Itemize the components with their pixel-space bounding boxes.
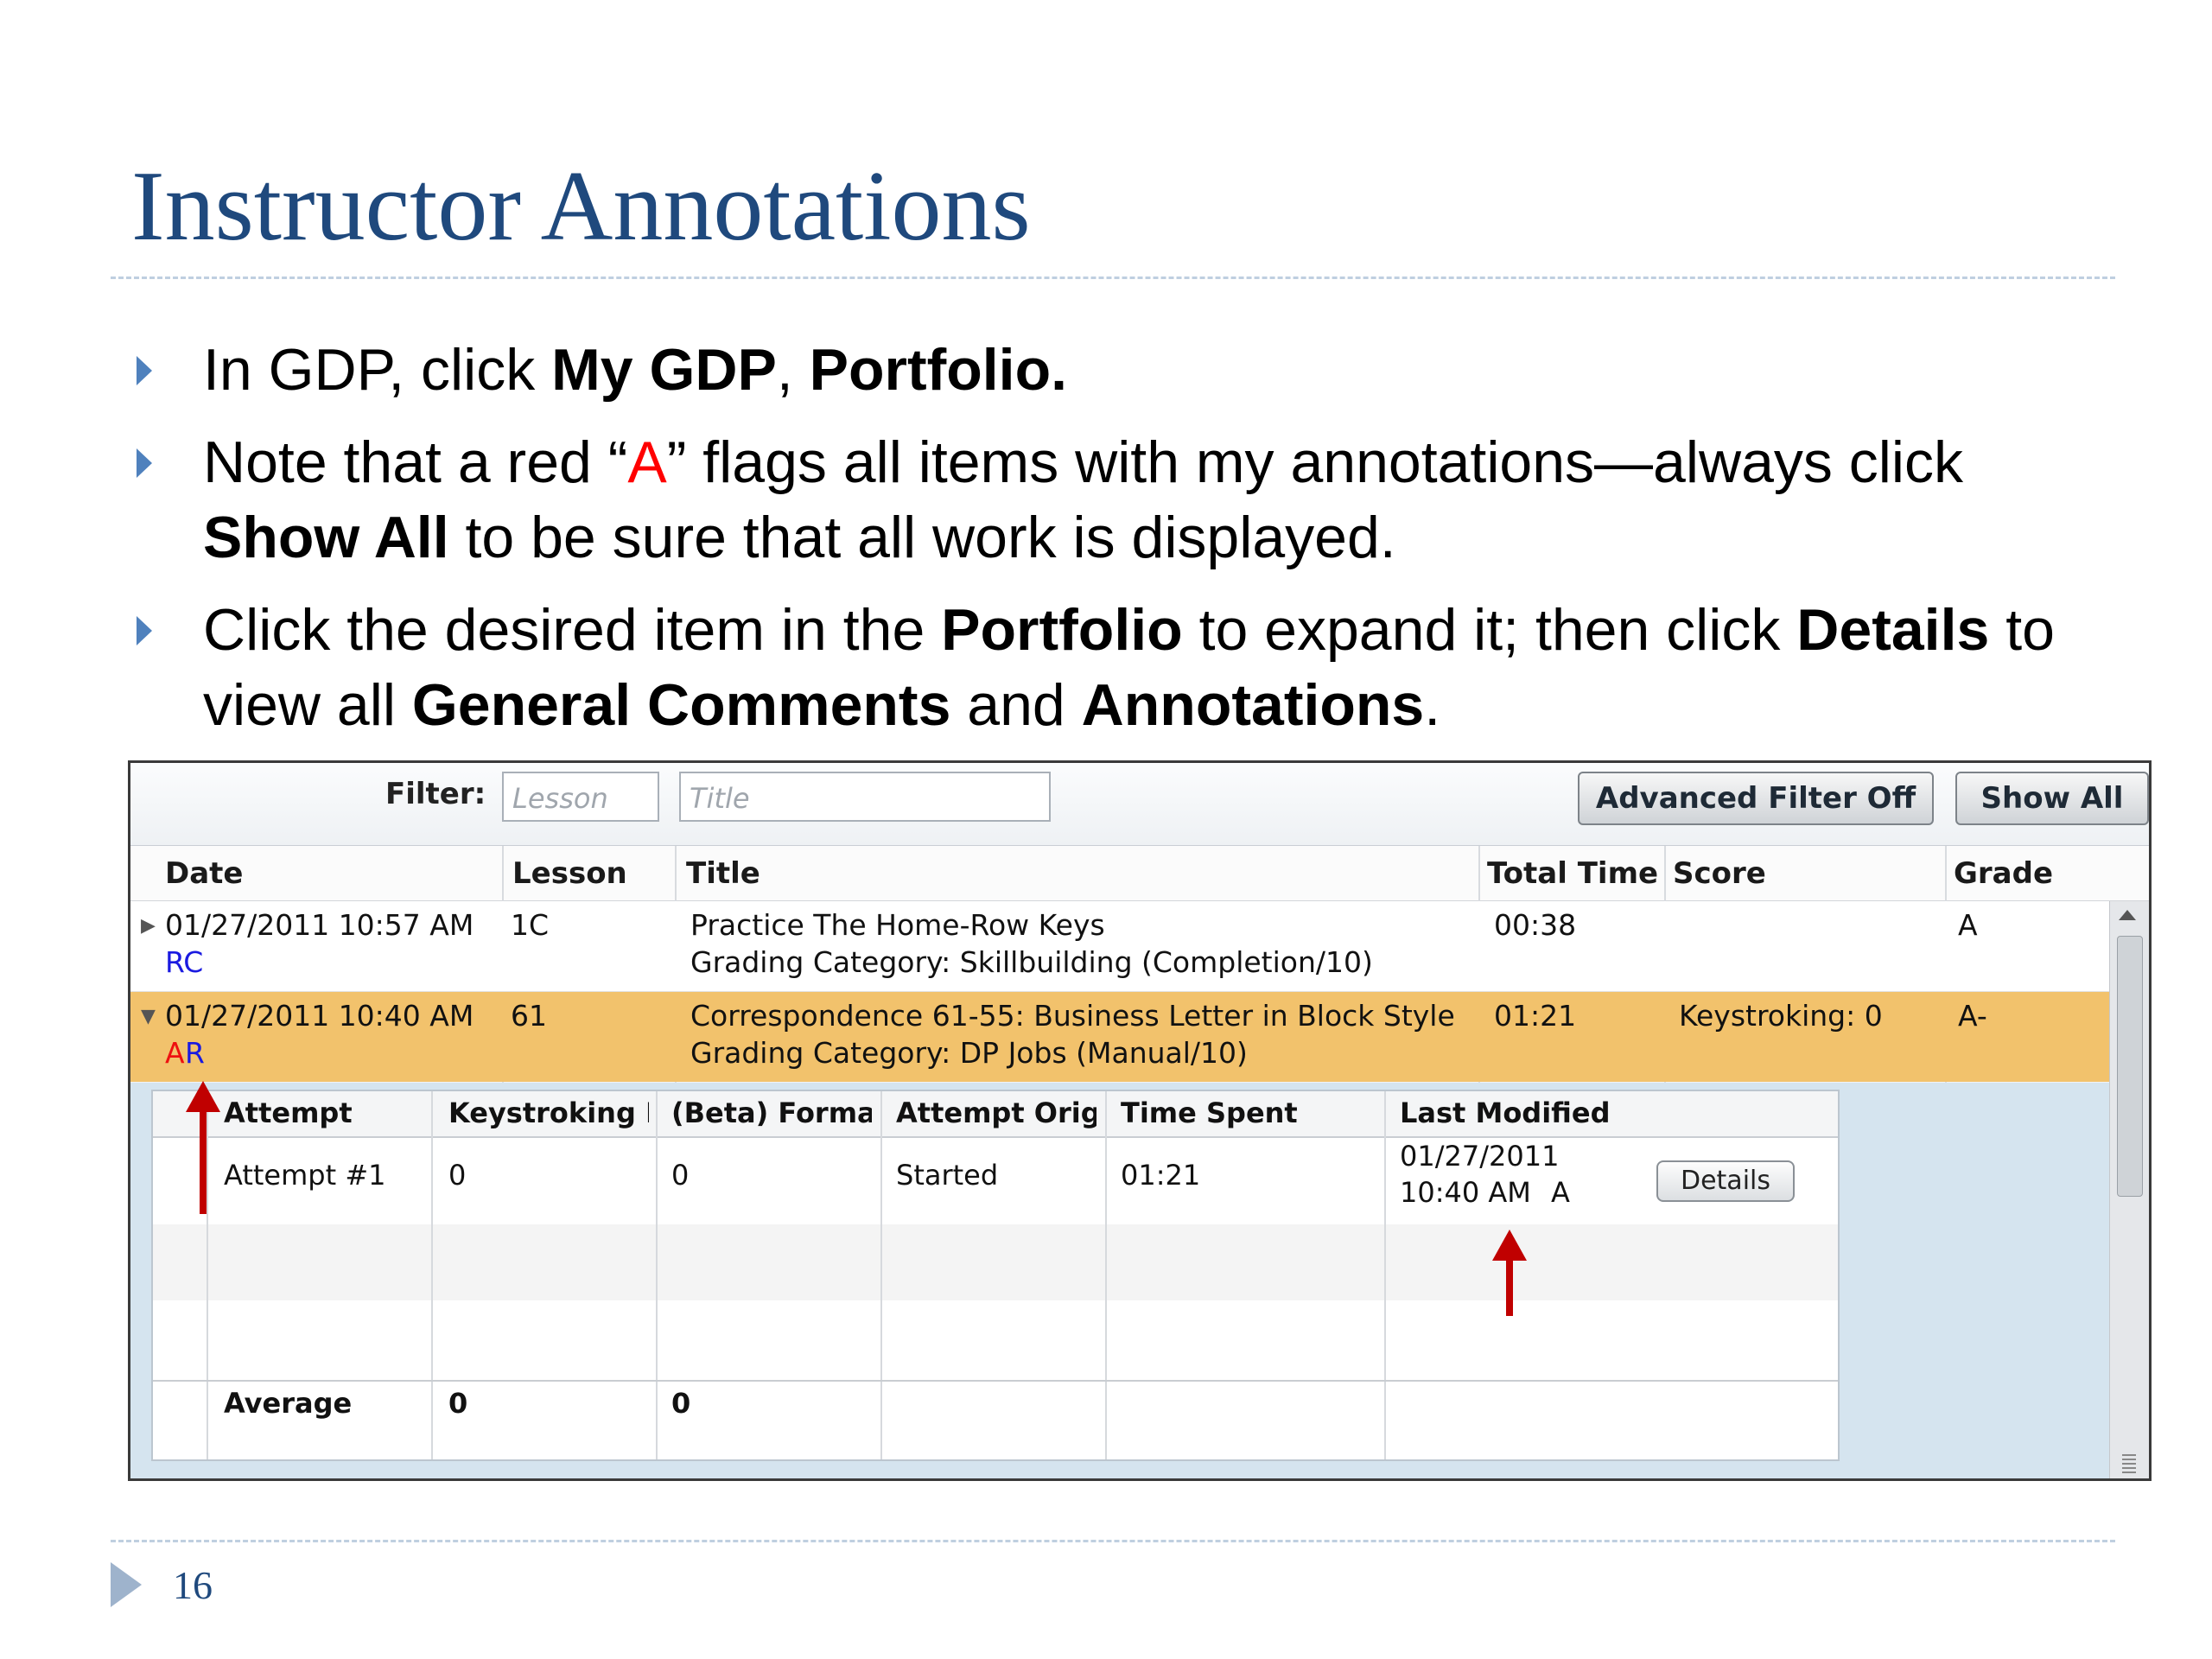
footer-divider (111, 1540, 2115, 1542)
row-flag-rc: RC (165, 945, 204, 979)
row-date: 01/27/2011 10:57 AM (165, 908, 474, 942)
bullet-2: Note that a red “A” flags all items with… (134, 425, 2121, 575)
page-number: 16 (173, 1563, 213, 1607)
row-date: 01/27/2011 10:40 AM (165, 999, 474, 1033)
footer-triangle-icon (111, 1562, 142, 1607)
row-total-time: 00:38 (1494, 908, 1577, 942)
attempt-beta-format: 0 (671, 1159, 690, 1192)
bullet-3-text-cont: to expand it; then click (1182, 597, 1797, 663)
expand-arrow-icon[interactable]: ▶ (141, 915, 156, 937)
attempt-last-modified-date: 01/27/2011 (1400, 1140, 1560, 1173)
bullet-3-general-comments: General Comments (411, 672, 951, 738)
column-header-beta-format: (Beta) Forma (671, 1096, 872, 1129)
detail-panel: Attempt Keystroking E (Beta) Forma Attem… (130, 1083, 2109, 1478)
title-divider (111, 276, 2115, 279)
scrollbar-thumb[interactable] (2117, 936, 2143, 1197)
bullet-3-portfolio: Portfolio (941, 597, 1183, 663)
advanced-filter-button[interactable]: Advanced Filter Off (1578, 772, 1934, 825)
attempt-name: Attempt #1 (224, 1159, 386, 1192)
row-score: Keystroking: 0 (1679, 999, 1883, 1033)
column-separator (880, 1091, 882, 1459)
bullet-1-portfolio: Portfolio. (809, 337, 1068, 403)
row-lesson: 61 (511, 999, 547, 1033)
bullet-3-and: and (950, 672, 1082, 738)
vertical-scrollbar[interactable] (2109, 901, 2149, 1478)
show-all-button[interactable]: Show All (1955, 772, 2149, 825)
column-header-keystroking: Keystroking E (448, 1096, 649, 1129)
average-label: Average (224, 1387, 353, 1420)
bullet-3: Click the desired item in the Portfolio … (134, 593, 2121, 743)
triangle-bullet-icon (137, 356, 152, 385)
filter-bar: Filter: Lesson Title Advanced Filter Off… (130, 763, 2149, 846)
title-filter-input[interactable]: Title (679, 772, 1051, 822)
row-grade: A (1958, 908, 1978, 942)
bullet-2-show-all: Show All (203, 505, 449, 570)
row-stripe (153, 1224, 1838, 1300)
average-divider (153, 1380, 1838, 1382)
row-flag-r: R (185, 1036, 205, 1070)
row-title: Correspondence 61-55: Business Letter in… (690, 999, 1455, 1033)
row-category: Grading Category: DP Jobs (Manual/10) (690, 1036, 1248, 1070)
column-header-score[interactable]: Score (1673, 856, 1766, 891)
bullet-2-red-a: A (627, 429, 667, 495)
attempt-last-modified-time: 10:40 AM (1400, 1176, 1531, 1209)
filter-label: Filter: (385, 777, 486, 811)
bullet-2-text-end: to be sure that all work is displayed. (448, 505, 1396, 570)
column-separator (656, 1091, 658, 1459)
bullet-2-text: Note that a red “ (203, 429, 628, 495)
bullet-1: In GDP, click My GDP, Portfolio. (134, 333, 2121, 408)
column-header-title[interactable]: Title (686, 856, 760, 891)
attempts-table: Attempt Keystroking E (Beta) Forma Attem… (151, 1090, 1840, 1461)
bullet-1-text: In GDP, click (203, 337, 552, 403)
row-grade: A- (1958, 999, 1987, 1033)
scrollbar-grip-icon[interactable] (2122, 1454, 2136, 1473)
column-header-total-time[interactable]: Total Time (1487, 856, 1658, 891)
scroll-up-arrow-icon[interactable] (2119, 910, 2136, 920)
bullet-3-details: Details (1796, 597, 1990, 663)
bullet-3-period: . (1424, 672, 1441, 738)
table-row[interactable]: ▶ 01/27/2011 10:57 AM RC 1C Practice The… (130, 901, 2109, 992)
column-header-time-spent: Time Spent (1121, 1096, 1298, 1129)
column-separator (431, 1091, 433, 1459)
average-beta-format: 0 (671, 1387, 691, 1420)
lesson-filter-input[interactable]: Lesson (502, 772, 659, 822)
row-lesson: 1C (511, 908, 550, 942)
bullet-2-text-cont: ” flags all items with my annotations—al… (666, 429, 1964, 495)
bullet-3-text: Click the desired item in the (203, 597, 942, 663)
column-header-grade[interactable]: Grade (1954, 856, 2053, 891)
column-header-attempt: Attempt (224, 1096, 353, 1129)
column-header-attempt-origin: Attempt Origi (896, 1096, 1096, 1129)
row-title: Practice The Home-Row Keys (690, 908, 1105, 942)
row-flag-annotation-a: A (165, 1036, 185, 1070)
attempt-origin: Started (896, 1159, 999, 1192)
column-header-lesson[interactable]: Lesson (512, 856, 627, 891)
column-separator (207, 1091, 208, 1459)
details-button[interactable]: Details (1656, 1160, 1795, 1202)
column-separator (1105, 1091, 1107, 1459)
row-category: Grading Category: Skillbuilding (Complet… (690, 945, 1373, 979)
row-total-time: 01:21 (1494, 999, 1577, 1033)
column-separator (1384, 1091, 1386, 1459)
column-header-date[interactable]: Date (165, 856, 243, 891)
bullet-3-annotations: Annotations (1081, 672, 1425, 738)
table-header: Date Lesson Title Total Time Score Grade (130, 846, 2149, 902)
bullet-1-sep: , (776, 337, 810, 403)
table-row-selected[interactable]: ▼ 01/27/2011 10:40 AM A R 61 Corresponde… (130, 992, 2109, 1082)
bullet-1-my-gdp: My GDP (551, 337, 777, 403)
column-header-last-modified: Last Modified (1400, 1096, 1611, 1129)
portfolio-screenshot: Filter: Lesson Title Advanced Filter Off… (128, 760, 2152, 1481)
attempt-time-spent: 01:21 (1121, 1159, 1201, 1192)
attempt-annotation-flag: A (1551, 1176, 1570, 1209)
triangle-bullet-icon (137, 616, 152, 645)
attempt-keystroking: 0 (448, 1159, 467, 1192)
average-keystroking: 0 (448, 1387, 468, 1420)
bullet-list: In GDP, click My GDP, Portfolio. Note th… (134, 333, 2121, 760)
collapse-arrow-icon[interactable]: ▼ (141, 1006, 156, 1027)
slide-title: Instructor Annotations (131, 151, 1031, 262)
triangle-bullet-icon (137, 448, 152, 478)
